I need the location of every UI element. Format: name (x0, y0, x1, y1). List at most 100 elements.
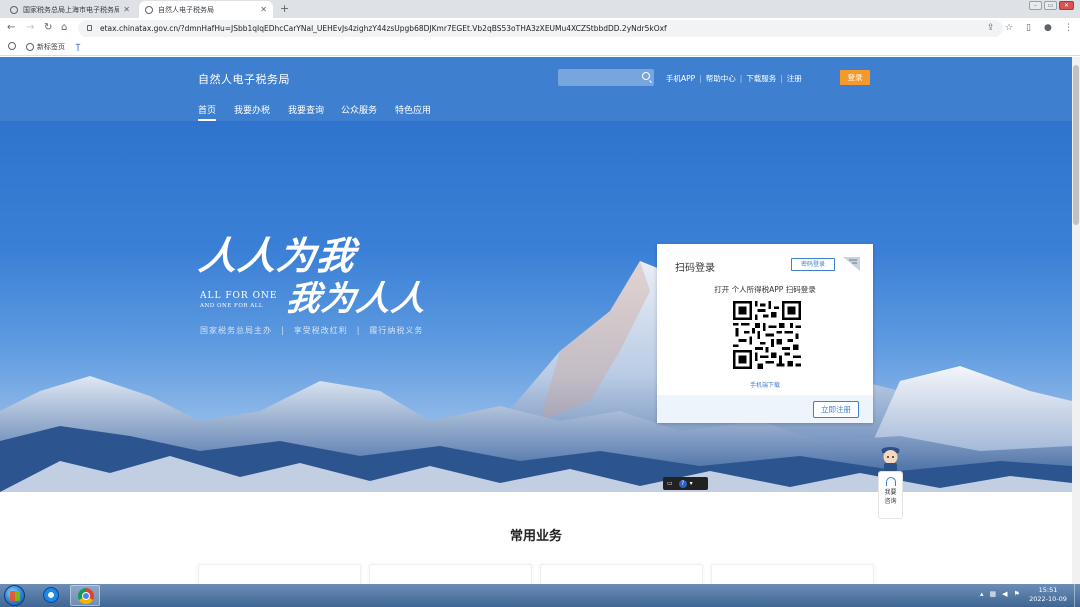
back-arrow-icon[interactable]: ← (7, 22, 15, 33)
floating-toolbar-widget[interactable]: ▭? ▾ (663, 477, 708, 490)
search-input[interactable] (558, 69, 654, 86)
share-icon[interactable]: ⇪ (987, 23, 995, 33)
tagline-item: 国家税务总局主办 (200, 326, 272, 335)
page-viewport: 自然人电子税务局 手机APP | 帮助中心 | 下载服务 | 注册 登录 首页 我要办税 我… (0, 57, 1072, 584)
browser-toolbar: ← → ↻ ⌂ etax.chinatax.gov.cn/?dmnHafHu=J… (0, 18, 1080, 39)
clock-date: 2022-10-09 (1029, 595, 1067, 603)
page-scrollbar[interactable] (1072, 57, 1080, 584)
hero-english-line2: AND ONE FOR ALL (200, 303, 264, 309)
reload-icon[interactable]: ↻ (44, 22, 52, 33)
window-controls: – ▭ ✕ (1029, 1, 1074, 10)
close-tab-icon[interactable]: ✕ (260, 5, 267, 14)
qr-login-hint: 打开 个人所得税APP 扫码登录 (714, 285, 816, 294)
menu-kebab-icon[interactable]: ⋮ (1064, 23, 1073, 33)
site-logo[interactable]: 自然人电子税务局 (198, 71, 290, 87)
password-login-tab[interactable]: 密码登录 (791, 258, 835, 271)
bookmark-new-tab[interactable]: 新标签页 (26, 42, 65, 52)
new-tab-button[interactable]: + (280, 2, 289, 15)
consult-label-line2: 咨询 (884, 498, 897, 505)
nav-public-service[interactable]: 公众服务 (341, 103, 377, 116)
dropdown-arrow-icon[interactable]: ▾ (690, 480, 693, 487)
consult-label-line1: 我要 (884, 489, 897, 496)
bookmark-item[interactable]: ꓄ (75, 42, 84, 53)
taskbar-internet-explorer[interactable] (36, 585, 66, 606)
switch-login-mode-icon[interactable] (843, 257, 860, 271)
address-bar[interactable]: etax.chinatax.gov.cn/?dmnHafHu=JSbb1qIqE… (78, 20, 1003, 37)
start-menu-button[interactable] (4, 585, 25, 606)
service-card[interactable] (369, 564, 532, 584)
site-header: 自然人电子税务局 手机APP | 帮助中心 | 下载服务 | 注册 登录 首页 我要办税 我… (0, 57, 1072, 121)
chrome-icon (78, 588, 94, 604)
mobile-download-link[interactable]: 手机端下载 (657, 380, 873, 389)
qr-login-panel: 扫码登录 密码登录 打开 个人所得税APP 扫码登录 手机端下载 立即注册 (657, 244, 873, 423)
login-button[interactable]: 登录 (840, 70, 870, 85)
internet-explorer-icon (43, 587, 59, 603)
maximize-button[interactable]: ▭ (1044, 1, 1057, 10)
tray-expand-icon[interactable]: ▴ (980, 590, 984, 598)
close-window-button[interactable]: ✕ (1059, 1, 1074, 10)
url-text: etax.chinatax.gov.cn/?dmnHafHu=JSbb1qIqE… (100, 24, 667, 33)
nav-file-tax[interactable]: 我要办税 (234, 103, 270, 116)
scrollbar-thumb[interactable] (1073, 65, 1079, 225)
bookmark-star-icon[interactable]: ☆ (1005, 23, 1013, 33)
divider: | (739, 74, 743, 83)
hero-tagline: 国家税务总局主办 | 享受税改红利 | 履行纳税义务 (200, 325, 423, 336)
link-download-service[interactable]: 下载服务 (746, 74, 776, 83)
tagline-item: 履行纳税义务 (369, 326, 424, 335)
hero-slogan-line2: 我为人人 (283, 279, 430, 319)
close-tab-icon[interactable]: ✕ (123, 5, 130, 14)
service-card[interactable] (540, 564, 703, 584)
globe-icon (8, 42, 16, 50)
hero-banner: 人人为我 ALL FOR ONE AND ONE FOR ALL 我为人人 国家… (0, 121, 1072, 492)
divider: | (356, 326, 361, 335)
nav-home[interactable]: 首页 (198, 103, 217, 121)
browser-tab-strip: 国家税务总局上海市电子税务局 ✕ 自然人电子税务局 ✕ + – ▭ ✕ (0, 0, 1080, 18)
search-icon[interactable] (642, 72, 650, 80)
help-question-icon[interactable]: ? (678, 480, 687, 488)
bookmark-logo-icon: ꓄ (75, 44, 82, 53)
network-icon[interactable]: ▦ (990, 590, 997, 598)
link-help-center[interactable]: 帮助中心 (706, 74, 736, 83)
minimize-button[interactable]: – (1029, 1, 1042, 10)
home-icon[interactable]: ⌂ (61, 22, 67, 33)
forward-arrow-icon[interactable]: → (26, 22, 34, 33)
profile-avatar-icon[interactable]: ● (1044, 23, 1052, 33)
globe-icon (10, 5, 18, 14)
consult-button[interactable]: 我要 咨询 (878, 471, 903, 519)
link-mobile-app[interactable]: 手机APP (666, 74, 695, 83)
bookmark-item[interactable] (8, 42, 19, 50)
divider: | (281, 326, 285, 335)
keyboard-icon[interactable]: ▭ (667, 480, 673, 487)
headset-icon (885, 477, 896, 486)
show-desktop-button[interactable] (1074, 584, 1080, 607)
taskbar-clock[interactable]: 15:51 2022-10-09 (1026, 586, 1070, 604)
globe-icon (26, 43, 34, 51)
notification-flag-icon[interactable]: ⚑ (1014, 590, 1020, 598)
service-card[interactable] (198, 564, 361, 584)
register-now-button[interactable]: 立即注册 (813, 401, 859, 418)
globe-icon (145, 5, 153, 14)
clock-time: 15:51 (1038, 586, 1058, 594)
side-panel-icon[interactable]: ▯ (1026, 23, 1031, 33)
tab-title: 国家税务总局上海市电子税务局 (23, 5, 120, 14)
system-tray: ▴ ▦ ◀ ⚑ (980, 590, 1020, 598)
nav-query[interactable]: 我要查询 (288, 103, 324, 116)
divider: | (699, 74, 702, 83)
link-register[interactable]: 注册 (787, 74, 802, 83)
snow-mountain-illustration (0, 261, 1072, 492)
volume-icon[interactable]: ◀ (1002, 590, 1007, 598)
common-services-title: 常用业务 (509, 529, 562, 544)
service-card[interactable] (711, 564, 874, 584)
qr-login-title: 扫码登录 (675, 263, 715, 274)
divider: | (780, 74, 783, 83)
hero-english-line1: ALL FOR ONE (200, 291, 278, 301)
lock-icon (87, 25, 92, 31)
bookmarks-bar: 新标签页 ꓄ (0, 39, 1080, 56)
nav-featured-apps[interactable]: 特色应用 (395, 103, 431, 116)
tab-title: 自然人电子税务局 (158, 5, 214, 14)
browser-tab-natural-person-etax[interactable]: 自然人电子税务局 ✕ (139, 1, 273, 18)
header-links: 手机APP | 帮助中心 | 下载服务 | 注册 (666, 73, 802, 84)
taskbar-chrome[interactable] (70, 585, 100, 606)
qr-login-footer: 立即注册 (657, 395, 873, 423)
browser-tab-shanghai-etax[interactable]: 国家税务总局上海市电子税务局 ✕ (4, 1, 136, 18)
